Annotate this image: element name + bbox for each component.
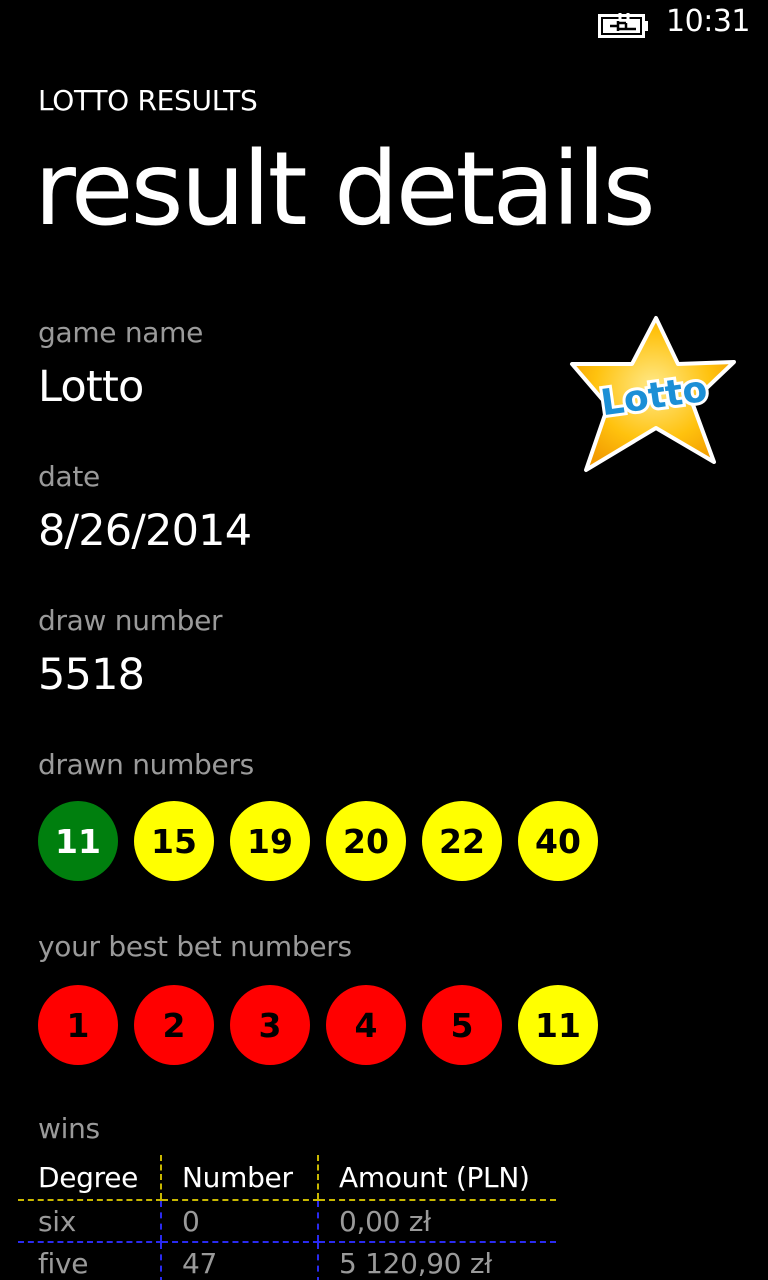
battery-charging-icon xyxy=(598,13,648,38)
header-degree: Degree xyxy=(18,1155,161,1201)
table-row: six 0 0,00 zł xyxy=(18,1200,556,1243)
wins-label: wins xyxy=(38,1112,100,1145)
drawn-number-ball: 40 xyxy=(518,801,598,881)
result-details-screen: 10:31 LOTTO RESULTS result details game … xyxy=(0,0,768,1280)
game-name-label: game name xyxy=(38,316,204,349)
table-row: five 47 5 120,90 zł xyxy=(18,1242,556,1280)
header-amount: Amount (PLN) xyxy=(317,1155,556,1201)
draw-number-value: 5518 xyxy=(38,650,145,700)
drawn-number-ball: 19 xyxy=(230,801,310,881)
best-bet-numbers-row: 1 2 3 4 5 11 xyxy=(38,985,598,1067)
lotto-logo: Lotto xyxy=(570,316,736,472)
drawn-number-ball: 20 xyxy=(326,801,406,881)
drawn-number-ball: 22 xyxy=(422,801,502,881)
date-label: date xyxy=(38,460,100,493)
drawn-numbers-row: 11 15 19 20 22 40 xyxy=(38,801,598,883)
drawn-number-ball: 15 xyxy=(134,801,214,881)
cell-amount: 5 120,90 zł xyxy=(317,1242,556,1280)
cell-number: 47 xyxy=(160,1242,318,1280)
best-bet-ball: 11 xyxy=(518,985,598,1065)
header-number: Number xyxy=(160,1155,318,1201)
best-bet-ball: 3 xyxy=(230,985,310,1065)
app-title: LOTTO RESULTS xyxy=(38,84,258,117)
best-bet-ball: 2 xyxy=(134,985,214,1065)
drawn-number-ball: 11 xyxy=(38,801,118,881)
wins-table: Degree Number Amount (PLN) six 0 0,00 zł… xyxy=(18,1155,556,1280)
cell-amount: 0,00 zł xyxy=(317,1200,556,1243)
page-title: result details xyxy=(34,130,656,249)
draw-number-label: draw number xyxy=(38,604,223,637)
game-name-value: Lotto xyxy=(38,362,144,412)
cell-degree: six xyxy=(18,1200,161,1243)
best-bet-ball: 5 xyxy=(422,985,502,1065)
date-value: 8/26/2014 xyxy=(38,506,252,556)
best-bet-ball: 4 xyxy=(326,985,406,1065)
clock: 10:31 xyxy=(666,4,750,39)
wins-table-header: Degree Number Amount (PLN) xyxy=(18,1155,556,1201)
best-bet-label: your best bet numbers xyxy=(38,930,352,963)
status-bar: 10:31 xyxy=(0,0,768,50)
cell-degree: five xyxy=(18,1242,161,1280)
best-bet-ball: 1 xyxy=(38,985,118,1065)
drawn-numbers-label: drawn numbers xyxy=(38,748,254,781)
cell-number: 0 xyxy=(160,1200,318,1243)
